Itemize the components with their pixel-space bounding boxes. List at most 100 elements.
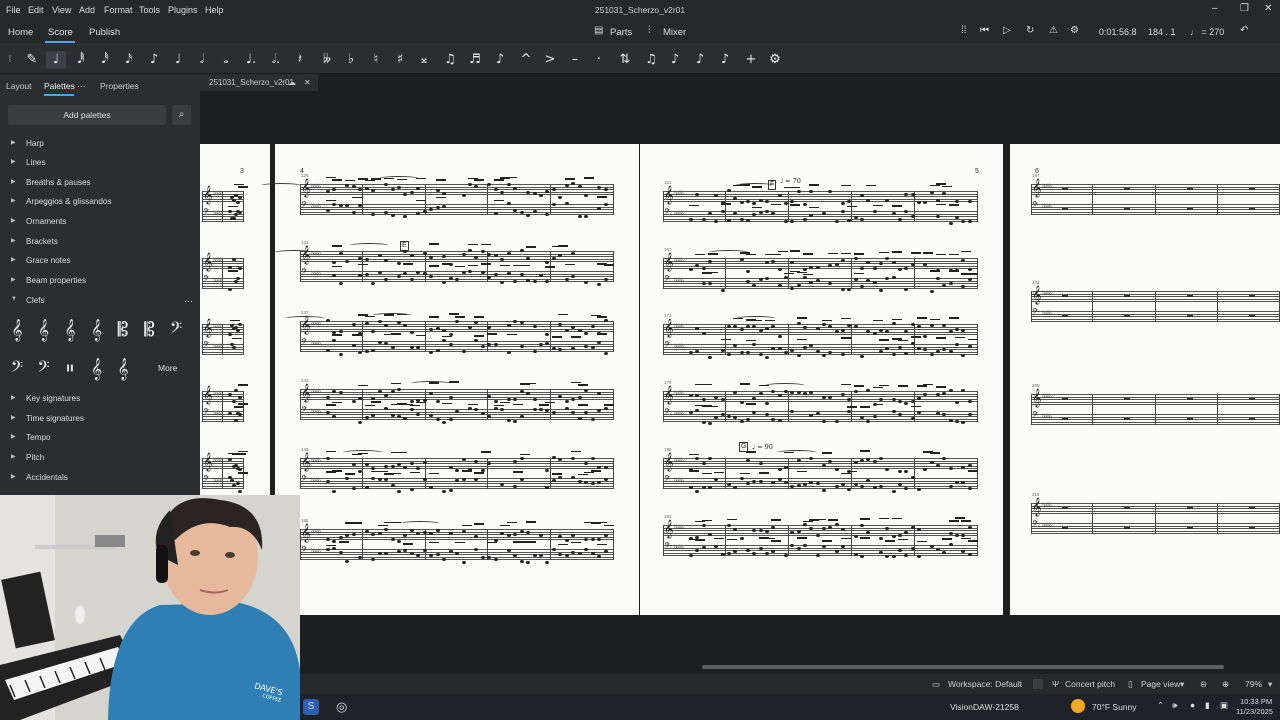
palette-time-signatures[interactable]: ▶ Time signatures: [0, 411, 200, 427]
chevron-down-icon[interactable]: ▾: [1180, 679, 1184, 690]
palette-beam-properties[interactable]: ▶ Beam properties: [0, 273, 200, 289]
clef-palette-cell[interactable]: 𝄞: [59, 315, 81, 345]
tempo-marking[interactable]: ♩ = 90: [752, 443, 773, 451]
beam-icon[interactable]: ♫: [641, 51, 661, 69]
maximize-button[interactable]: ❐: [1240, 3, 1249, 14]
menu-edit[interactable]: Edit: [28, 5, 44, 15]
accent-icon[interactable]: >: [540, 51, 560, 69]
double-sharp-icon[interactable]: 𝄪: [414, 51, 434, 69]
32nd-note-icon[interactable]: 𝅘𝅥𝅰: [95, 51, 115, 69]
tempo-marking[interactable]: ♩ = 70: [780, 177, 801, 185]
clefs-options-icon[interactable]: ⋯: [184, 296, 193, 307]
loop-icon[interactable]: ↻: [1026, 25, 1034, 36]
palette-search-icon[interactable]: ⌕: [172, 105, 191, 125]
palette-ornaments[interactable]: ▶ Ornaments: [0, 214, 200, 230]
tray-microphone-icon[interactable]: ●: [1190, 700, 1195, 710]
palette-tempo[interactable]: ▶ Tempo: [0, 430, 200, 446]
tray-chevron-icon[interactable]: ⌃: [1157, 700, 1164, 711]
palette-key-signatures[interactable]: ▶ Key signatures: [0, 391, 200, 407]
workspace-selector[interactable]: Workspace: Default: [948, 679, 1022, 689]
zoom-out-icon[interactable]: ⊖: [1200, 679, 1207, 690]
menu-format[interactable]: Format: [104, 5, 133, 15]
add-palettes-button[interactable]: Add palettes: [8, 105, 166, 125]
rewind-icon[interactable]: ⏮: [980, 25, 989, 36]
palette-harp[interactable]: ▶ Harp: [0, 136, 200, 152]
clef-palette-cell[interactable]: 𝄢: [33, 354, 55, 384]
weather-label[interactable]: 70°F Sunny: [1092, 702, 1137, 712]
playback-settings-icon[interactable]: ⚙: [1070, 25, 1079, 36]
staccato-icon[interactable]: ·: [589, 51, 609, 69]
16th-note-icon[interactable]: 𝅘𝅥𝅯: [119, 51, 139, 69]
clef-palette-cell[interactable]: 𝄡: [139, 315, 161, 345]
marcato-icon[interactable]: ^: [516, 51, 536, 69]
dotted-quarter-icon[interactable]: ♩.: [241, 51, 261, 69]
menu-file[interactable]: File: [6, 5, 21, 15]
tab-score[interactable]: Score: [48, 27, 73, 38]
toolbar-settings-icon[interactable]: ⚙: [765, 51, 785, 69]
tab-home[interactable]: Home: [8, 27, 33, 38]
undo-icon[interactable]: ↶: [1240, 25, 1248, 36]
slur-icon[interactable]: ♬: [465, 51, 485, 69]
metronome-icon[interactable]: ⚠: [1049, 25, 1058, 36]
zoom-chevron-icon[interactable]: ▾: [1268, 679, 1272, 690]
tray-battery-icon[interactable]: ▮: [1205, 700, 1210, 711]
menu-add[interactable]: Add: [79, 5, 95, 15]
zoom-in-icon[interactable]: ⊕: [1222, 679, 1229, 690]
clef-palette-cell[interactable]: 𝄢: [165, 315, 187, 345]
palette-grace-notes[interactable]: ▶ Grace notes: [0, 253, 200, 269]
eighth-note-icon[interactable]: ♪: [144, 51, 164, 69]
clef-palette-cell[interactable]: 𝄢: [6, 354, 28, 384]
horizontal-scrollbar[interactable]: [702, 665, 1224, 669]
tab-publish[interactable]: Publish: [89, 27, 120, 38]
score-canvas[interactable]: 3 4 5 6 E F G ♩ = 70 ♩ = 90 𝄞 ♭♭♭♭ 𝄢 ♭♭♭♭ 12…: [200, 91, 1280, 671]
palette-arpeggios-glissandos[interactable]: ▶ Arpeggios & glissandos: [0, 194, 200, 210]
palette-accidentals[interactable]: ▶ Accidentals: [0, 470, 200, 486]
clef-palette-cell[interactable]: 𝄡: [112, 315, 134, 345]
clock-date[interactable]: 11/23/2025: [1236, 707, 1273, 716]
flat-icon[interactable]: ♭: [341, 51, 361, 69]
palette-lines[interactable]: ▶ Lines: [0, 155, 200, 171]
dotted-half-icon[interactable]: 𝅗𝅥.: [266, 51, 286, 69]
musescore-taskbar-icon[interactable]: S: [303, 699, 319, 715]
drag-handle-icon[interactable]: ⁞⁞: [961, 25, 967, 36]
quarter-note-icon[interactable]: ♩: [168, 51, 188, 69]
parts-button[interactable]: Parts: [610, 27, 632, 38]
voice-3-icon[interactable]: ♪: [715, 51, 735, 69]
clef-palette-cell[interactable]: 𝄞: [86, 315, 108, 345]
pencil-icon[interactable]: ✎: [22, 51, 42, 69]
voice-2-icon[interactable]: ♪: [690, 51, 710, 69]
palette-breaths-pauses[interactable]: ▶ Breaths & pauses: [0, 175, 200, 191]
concert-pitch-toggle[interactable]: [1033, 679, 1043, 689]
tray-display-icon[interactable]: ▣: [1220, 700, 1228, 711]
panel-tab-layout[interactable]: Layout: [6, 81, 32, 91]
taskbar-app-label[interactable]: VisionDAW-21258: [950, 702, 1019, 712]
palette-pitch[interactable]: ▶ Pitch: [0, 450, 200, 466]
clef-palette-cell[interactable]: 𝄞: [33, 315, 55, 345]
close-tab-icon[interactable]: ✕: [304, 78, 311, 87]
add-icon[interactable]: +: [741, 51, 761, 69]
clef-palette-cell[interactable]: 𝄞: [6, 315, 28, 345]
mixer-button[interactable]: Mixer: [663, 27, 686, 38]
muse-hub-taskbar-icon[interactable]: ◎: [336, 699, 347, 715]
panel-tab-menu-icon[interactable]: ⋯: [77, 81, 86, 92]
voice-1-icon[interactable]: ♪: [665, 51, 685, 69]
clefs-more-button[interactable]: More: [158, 363, 177, 373]
clef-palette-cell[interactable]: 𝄥: [59, 354, 81, 384]
clock-time[interactable]: 10:33 PM: [1240, 697, 1272, 706]
flip-direction-icon[interactable]: ⇅: [615, 51, 635, 69]
natural-icon[interactable]: ♮: [366, 51, 386, 69]
palette-clefs[interactable]: ▼ Clefs: [0, 293, 200, 309]
menu-tools[interactable]: Tools: [139, 5, 160, 15]
clef-palette-cell[interactable]: 𝄞: [112, 354, 134, 384]
zoom-level[interactable]: 79%: [1245, 679, 1262, 689]
double-flat-icon[interactable]: 𝄫: [317, 51, 337, 69]
menu-help[interactable]: Help: [205, 5, 224, 15]
whole-note-icon[interactable]: 𝅝: [216, 51, 236, 69]
panel-tab-palettes[interactable]: Palettes: [44, 81, 75, 91]
tray-speaker-icon[interactable]: 🕪: [1172, 700, 1177, 711]
minimize-button[interactable]: –: [1212, 3, 1218, 14]
clef-palette-cell[interactable]: 𝄞: [86, 354, 108, 384]
palette-brackets[interactable]: ▶ Brackets: [0, 234, 200, 250]
rest-icon[interactable]: 𝄽: [290, 51, 310, 69]
sharp-icon[interactable]: ♯: [390, 51, 410, 69]
